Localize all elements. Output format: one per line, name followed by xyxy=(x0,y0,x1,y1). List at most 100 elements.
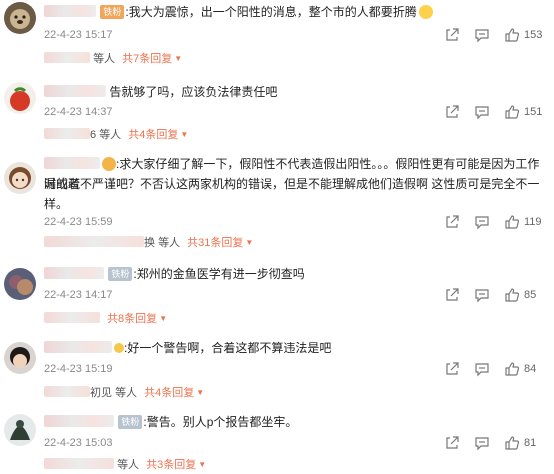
like-count: 84 xyxy=(524,363,537,375)
view-replies-link[interactable]: 共4条回复 ▼ xyxy=(128,129,188,141)
avatar[interactable] xyxy=(4,2,36,34)
reply-usernames xyxy=(44,386,90,397)
reply-summary[interactable]: 6 等人 共4条回复 ▼ xyxy=(44,126,188,144)
fan-badge: 铁粉 xyxy=(118,415,143,429)
username[interactable] xyxy=(44,157,100,169)
reply-summary[interactable]: 换 等人 共31条回复 ▼ xyxy=(44,234,253,252)
like-count: 119 xyxy=(524,216,542,228)
username[interactable] xyxy=(44,415,114,427)
like-count: 85 xyxy=(524,289,537,301)
like-icon[interactable] xyxy=(504,287,520,303)
comment-text-row: :好一个警告啊，合着这都不算违法是吧 xyxy=(44,338,546,358)
chevron-down-icon: ▼ xyxy=(174,54,183,63)
like-count: 151 xyxy=(524,106,543,118)
chevron-down-icon: ▼ xyxy=(198,460,207,469)
avatar[interactable] xyxy=(4,414,36,446)
avatar[interactable] xyxy=(4,162,36,194)
comment-text: :警告。别人p个报告都坐牢。 xyxy=(143,415,298,429)
share-icon[interactable] xyxy=(444,435,460,451)
comment-date: 22-4-23 15:19 xyxy=(44,363,113,375)
comment-meta: 22-4-23 14:37 151 xyxy=(44,103,554,121)
comment-text: :我大为震惊，出一个阳性的消息，整个市的人都要折腾 xyxy=(125,5,417,19)
comment-text-row: 样。 xyxy=(44,194,546,214)
reply-users-label: 等人 xyxy=(99,129,122,141)
reply-count-text: 共31条回复 xyxy=(187,237,244,249)
reply-count-text: 共3条回复 xyxy=(146,459,197,471)
reply-username-fragment: 初见 xyxy=(90,387,112,399)
comment-item: :求大家仔细了解一下，假阳性不代表造假出阳性。。。假阳性更有可能是因为工作时的疏… xyxy=(0,152,554,252)
comment-text: :好一个警告啊，合着这都不算违法是吧 xyxy=(124,341,332,355)
comment-text: 告就够了吗，应该负法律责任吧 xyxy=(109,85,278,99)
like-icon[interactable] xyxy=(504,361,520,377)
comment-icon[interactable] xyxy=(474,435,490,451)
reply-usernames xyxy=(44,52,90,63)
share-icon[interactable] xyxy=(444,214,460,230)
reply-summary[interactable]: 等人 共7条回复 ▼ xyxy=(44,50,182,68)
reply-usernames xyxy=(44,458,114,469)
reply-usernames xyxy=(44,236,144,247)
reply-users-label: 等人 xyxy=(117,459,140,471)
like-count: 81 xyxy=(524,437,537,449)
reply-usernames xyxy=(44,128,90,139)
comment-item: 铁粉:我大为震惊，出一个阳性的消息，整个市的人都要折腾 22-4-23 15:1… xyxy=(0,0,554,66)
share-icon[interactable] xyxy=(444,361,460,377)
comment-meta: 22-4-23 15:19 84 xyxy=(44,360,554,378)
comment-icon[interactable] xyxy=(474,287,490,303)
username[interactable] xyxy=(44,5,96,17)
like-icon[interactable] xyxy=(504,104,520,120)
comment-date: 22-4-23 15:17 xyxy=(44,29,113,41)
share-icon[interactable] xyxy=(444,27,460,43)
like-icon[interactable] xyxy=(504,27,520,43)
view-replies-link[interactable]: 共4条回复 ▼ xyxy=(144,387,204,399)
reply-username-fragment: 换 xyxy=(144,237,155,249)
avatar[interactable] xyxy=(4,268,36,300)
avatar[interactable] xyxy=(4,342,36,374)
comment-text: 样。 xyxy=(44,197,69,211)
reply-summary[interactable]: 初见 等人 共4条回复 ▼ xyxy=(44,384,204,402)
reply-summary[interactable]: 等人 共3条回复 ▼ xyxy=(44,456,206,474)
comment-actions: 81 xyxy=(430,434,546,452)
comment-meta: 22-4-23 14:17 85 xyxy=(44,286,554,304)
view-replies-link[interactable]: 共31条回复 ▼ xyxy=(187,237,253,249)
comment-text: :郑州的金鱼医学有进一步彻查吗 xyxy=(133,267,305,281)
comment-item: 铁粉:郑州的金鱼医学有进一步彻查吗 22-4-23 14:17 85 共8条回复… xyxy=(0,262,554,328)
smile-emoji-icon xyxy=(418,5,433,19)
view-replies-link[interactable]: 共3条回复 ▼ xyxy=(146,459,206,471)
chevron-down-icon: ▼ xyxy=(245,238,254,247)
like-count: 153 xyxy=(524,29,543,41)
avatar[interactable] xyxy=(4,82,36,114)
reply-summary[interactable]: 共8条回复 ▼ xyxy=(44,310,167,328)
reply-count-text: 共8条回复 xyxy=(107,313,158,325)
comment-meta: 22-4-23 15:17 153 xyxy=(44,26,554,44)
emoji-icon xyxy=(114,343,124,353)
chevron-down-icon: ▼ xyxy=(180,130,189,139)
fan-badge: 铁粉 xyxy=(108,267,133,281)
share-icon[interactable] xyxy=(444,287,460,303)
reply-users-label: 等人 xyxy=(158,237,181,249)
comment-item: 铁粉:警告。别人p个报告都坐牢。 22-4-23 15:03 81 等人 共3条… xyxy=(0,408,554,474)
reply-users-label: 等人 xyxy=(93,53,116,65)
comment-meta: 22-4-23 15:59 119 xyxy=(44,213,554,231)
comment-icon[interactable] xyxy=(474,104,490,120)
comment-icon[interactable] xyxy=(474,361,490,377)
emoji-icon xyxy=(102,157,116,171)
comment-item: 告就够了吗，应该负法律责任吧 22-4-23 14:37 151 6 等人 共4… xyxy=(0,78,554,144)
reply-count-text: 共4条回复 xyxy=(144,387,195,399)
comment-actions: 84 xyxy=(430,360,546,378)
comment-date: 22-4-23 14:17 xyxy=(44,289,113,301)
username[interactable] xyxy=(44,85,106,97)
username[interactable] xyxy=(44,341,112,353)
username[interactable] xyxy=(44,267,104,279)
view-replies-link[interactable]: 共7条回复 ▼ xyxy=(122,53,182,65)
comment-actions: 151 xyxy=(430,103,546,121)
comment-text-row: 漏或者不严谨吧？不否认这两家机构的错误，但是不能理解成他们造假啊 这性质可是完全… xyxy=(44,174,546,194)
comment-item: :好一个警告啊，合着这都不算违法是吧 22-4-23 15:19 84 初见 等… xyxy=(0,336,554,402)
comment-icon[interactable] xyxy=(474,214,490,230)
comment-actions: 85 xyxy=(430,286,546,304)
share-icon[interactable] xyxy=(444,104,460,120)
comment-text: 漏或者不严谨吧？不否认这两家机构的错误，但是不能理解成他们造假啊 这性质可是完全… xyxy=(44,177,540,191)
view-replies-link[interactable]: 共8条回复 ▼ xyxy=(107,313,167,325)
comment-icon[interactable] xyxy=(474,27,490,43)
like-icon[interactable] xyxy=(504,214,520,230)
like-icon[interactable] xyxy=(504,435,520,451)
